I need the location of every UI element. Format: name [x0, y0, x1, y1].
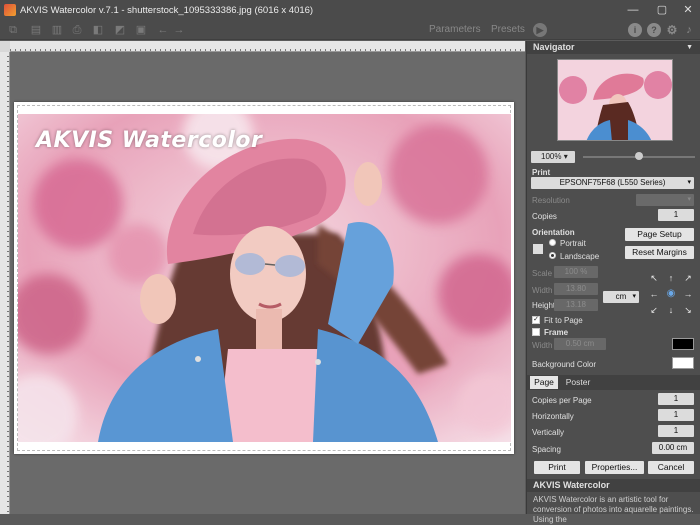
- redo-icon[interactable]: →: [172, 23, 186, 37]
- about-description: AKVIS Watercolor is an artistic tool for…: [533, 495, 694, 524]
- printer-icon[interactable]: ⎙: [70, 23, 84, 37]
- cancel-button[interactable]: Cancel: [648, 461, 694, 474]
- portrait-label: Portrait: [560, 239, 586, 248]
- save-icon[interactable]: ▤: [29, 23, 43, 37]
- watercolor-image: [18, 114, 511, 442]
- toolbar: ⧉ ▤ ▥ ⎙ ◧ ◩ ▣ ← → Parameters Presets ▶ i…: [0, 20, 700, 40]
- landscape-radio[interactable]: [549, 252, 556, 259]
- orientation-label: Orientation: [532, 228, 575, 237]
- undo-icon[interactable]: ←: [156, 23, 170, 37]
- align-bottom-left-arrow-icon[interactable]: ↙: [649, 305, 659, 315]
- width-input[interactable]: 13.80: [554, 283, 598, 295]
- resolution-label: Resolution: [532, 196, 570, 205]
- scale-label: Scale: [532, 269, 553, 278]
- navigator-header: Navigator ▼: [527, 41, 700, 54]
- print-section-title: Print: [532, 168, 551, 177]
- horizontally-input[interactable]: 1: [658, 409, 694, 421]
- align-center-icon[interactable]: ◉: [666, 289, 676, 299]
- spacing-input[interactable]: 0.00 cm: [652, 442, 694, 454]
- help-icon[interactable]: ?: [647, 23, 661, 37]
- unit-value: cm: [615, 292, 627, 301]
- minimize-button[interactable]: —: [626, 3, 640, 17]
- parameters-tab[interactable]: Parameters: [429, 24, 481, 35]
- height-label: Height: [532, 301, 556, 310]
- info-icon[interactable]: i: [628, 23, 642, 37]
- settings-gear-icon[interactable]: ⚙: [665, 23, 679, 37]
- run-icon[interactable]: ▶: [533, 23, 547, 37]
- fit-to-page-checkbox[interactable]: ✓: [532, 316, 540, 324]
- align-top-right-arrow-icon[interactable]: ↗: [683, 273, 693, 283]
- unit-select[interactable]: cm ▾: [603, 291, 639, 303]
- align-left-arrow-icon[interactable]: ←: [649, 289, 659, 299]
- watermark-title: AKVIS Watercolor: [36, 128, 263, 153]
- settings-panel: Navigator ▼ 100% ▾ Print EPSONF75F68 (L55…: [526, 41, 700, 524]
- copies-per-page-label: Copies per Page: [532, 396, 592, 405]
- horizontally-label: Horizontally: [532, 412, 574, 421]
- fit-to-page-label: Fit to Page: [544, 316, 583, 325]
- align-top-left-arrow-icon[interactable]: ↖: [649, 273, 659, 283]
- background-color-swatch[interactable]: [672, 357, 694, 369]
- navigator-thumbnail[interactable]: [557, 59, 673, 141]
- about-header: AKVIS Watercolor: [527, 479, 700, 492]
- tab-poster[interactable]: Poster: [562, 376, 594, 389]
- portrait-radio[interactable]: [549, 239, 556, 246]
- share-icon[interactable]: ◩: [113, 23, 127, 37]
- zoom-value: 100%: [541, 152, 562, 161]
- watercolor-portrait-image: [18, 114, 511, 442]
- page-setup-button[interactable]: Page Setup: [625, 228, 694, 241]
- scale-input[interactable]: 100 %: [554, 266, 598, 278]
- background-color-label: Background Color: [532, 360, 597, 369]
- printer-name: EPSONF75F68 (L550 Series): [559, 178, 666, 187]
- vertically-input[interactable]: 1: [658, 425, 694, 437]
- presets-tab[interactable]: Presets: [491, 24, 525, 35]
- frame-label: Frame: [544, 328, 569, 337]
- tab-page[interactable]: Page: [530, 376, 558, 389]
- vertical-ruler: [0, 52, 10, 514]
- open-icon[interactable]: ⧉: [6, 23, 20, 37]
- copies-input[interactable]: 1: [658, 209, 694, 221]
- properties-button[interactable]: Properties...: [585, 461, 644, 474]
- landscape-label: Landscape: [560, 252, 600, 261]
- frame-width-input[interactable]: 0.50 cm: [554, 338, 606, 350]
- close-button[interactable]: ✕: [681, 3, 695, 17]
- title-bar: AKVIS Watercolor v.7.1 - shutterstock_10…: [0, 0, 700, 20]
- zoom-select[interactable]: 100% ▾: [531, 151, 575, 163]
- batch-icon[interactable]: ◧: [91, 23, 105, 37]
- frame-color-swatch[interactable]: [672, 338, 694, 350]
- frame-width-label: Width: [532, 341, 553, 350]
- printer-select[interactable]: EPSONF75F68 (L550 Series) ▾: [531, 177, 694, 189]
- ruler-corner: [0, 41, 10, 52]
- orientation-icon: [533, 244, 543, 254]
- resolution-select[interactable]: ▾: [636, 194, 694, 206]
- zoom-slider-handle[interactable]: [635, 152, 643, 160]
- spacing-label: Spacing: [532, 445, 561, 454]
- align-top-arrow-icon[interactable]: ↑: [666, 273, 676, 283]
- print-button[interactable]: Print: [534, 461, 580, 474]
- maximize-button[interactable]: ▢: [655, 3, 669, 17]
- vertically-label: Vertically: [532, 428, 565, 437]
- align-bottom-right-arrow-icon[interactable]: ↘: [683, 305, 693, 315]
- copies-label: Copies: [532, 212, 557, 221]
- print-icon[interactable]: ▥: [50, 23, 64, 37]
- image-icon[interactable]: ▣: [134, 23, 148, 37]
- navigator-title: Navigator: [533, 42, 575, 52]
- width-label: Width: [532, 286, 553, 295]
- reset-margins-button[interactable]: Reset Margins: [625, 246, 694, 259]
- about-title: AKVIS Watercolor: [533, 480, 610, 490]
- frame-checkbox[interactable]: [532, 328, 540, 336]
- copies-per-page-input[interactable]: 1: [658, 393, 694, 405]
- align-right-arrow-icon[interactable]: →: [683, 289, 693, 299]
- window-title: AKVIS Watercolor v.7.1 - shutterstock_10…: [20, 4, 314, 16]
- app-logo-icon: [4, 4, 16, 16]
- notifications-bell-icon[interactable]: ♪: [682, 23, 696, 37]
- height-input[interactable]: 13.18: [554, 299, 598, 311]
- align-bottom-arrow-icon[interactable]: ↓: [666, 305, 676, 315]
- horizontal-ruler: [10, 41, 525, 52]
- collapse-icon[interactable]: ▼: [686, 41, 693, 54]
- navigator-preview-image: [558, 60, 672, 140]
